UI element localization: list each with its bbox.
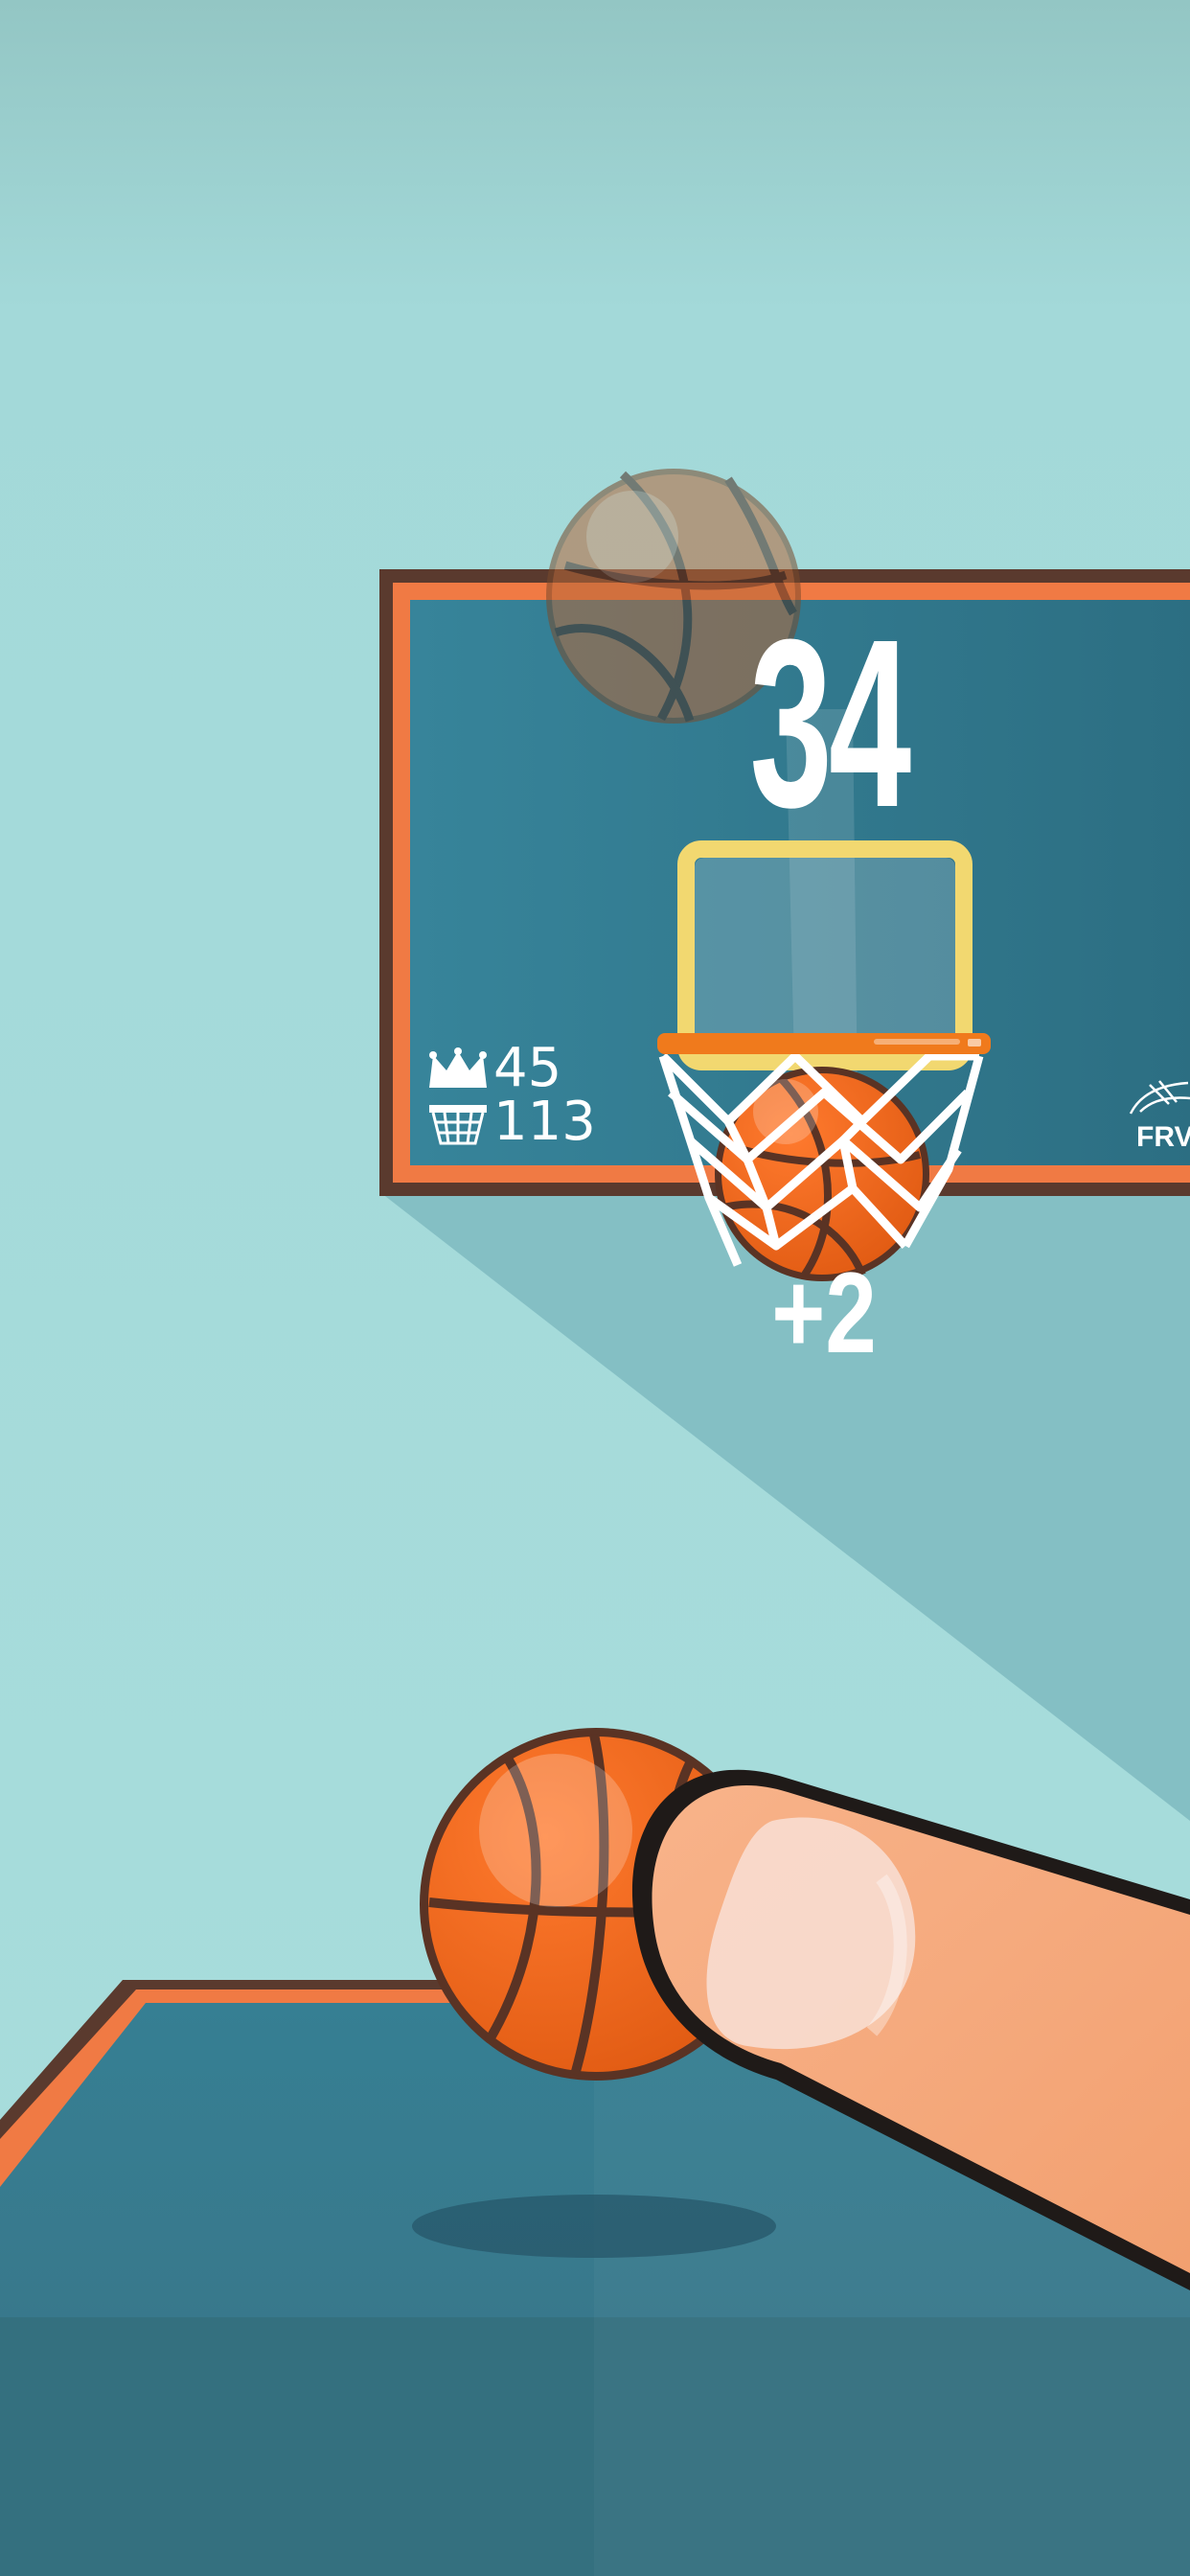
target-square (677, 840, 973, 1070)
game-scene[interactable] (0, 0, 1190, 2576)
best-score-value: 45 (493, 1037, 562, 1099)
hoop-rim (657, 1033, 991, 1054)
score-display: 34 (749, 589, 912, 857)
points-popup: +2 (771, 1249, 877, 1377)
brand-label: FRV (1136, 1121, 1190, 1153)
ball-shadow (412, 2195, 776, 2258)
total-baskets-value: 113 (493, 1091, 596, 1153)
